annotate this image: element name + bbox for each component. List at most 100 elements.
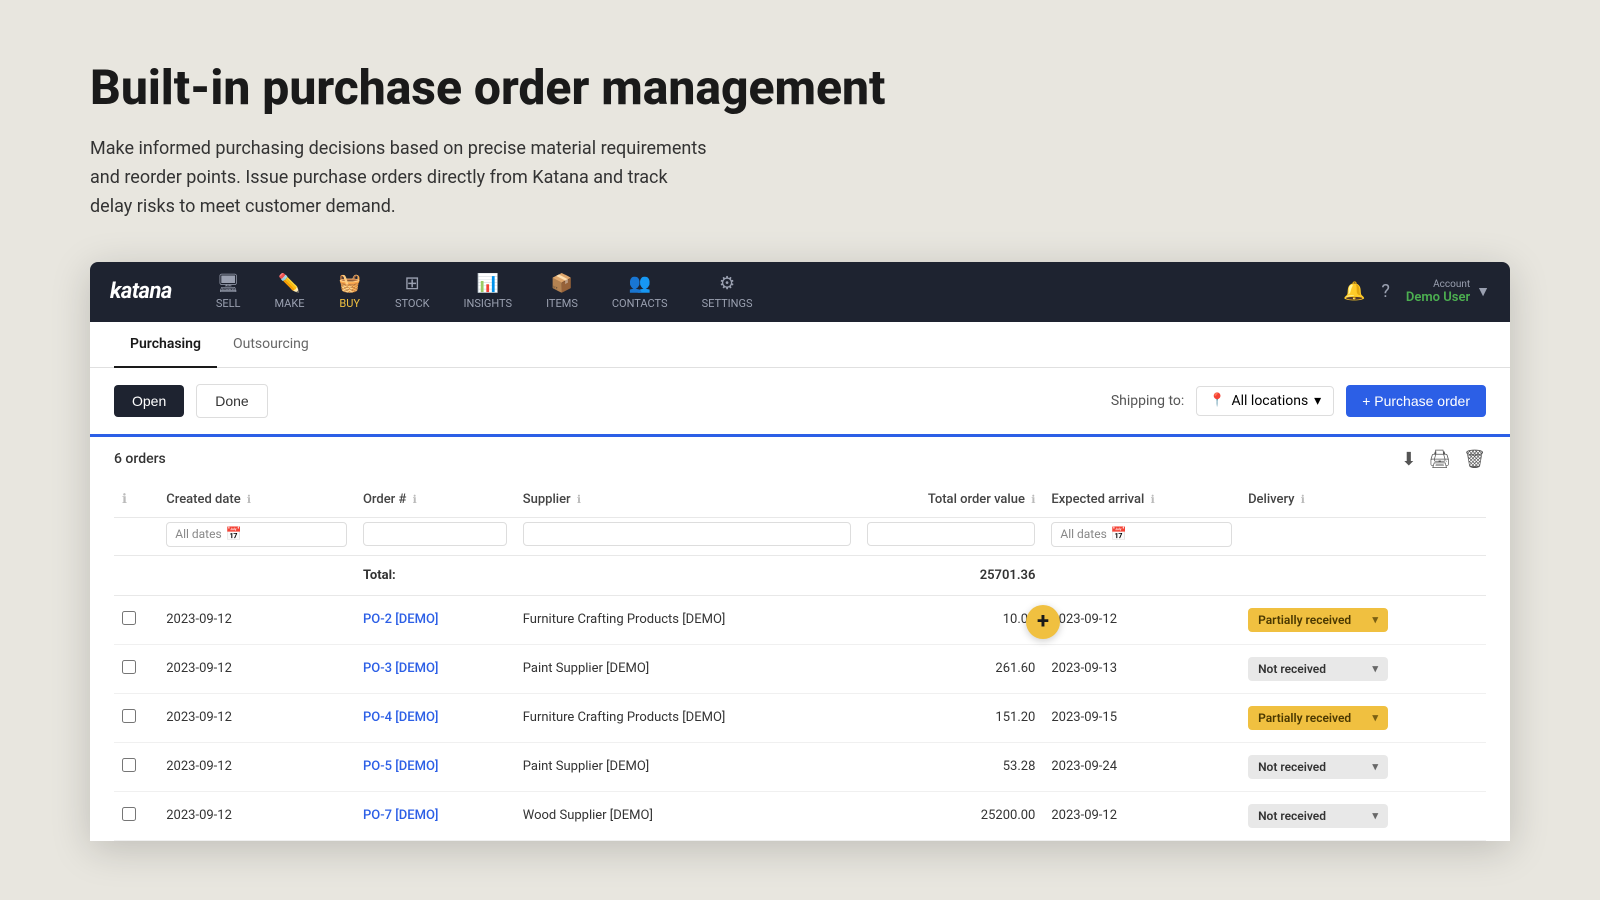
order-link-2[interactable]: PO-4 [DEMO] [363, 710, 439, 725]
nav-right: 🔔 ? Account Demo User ▼ [1343, 279, 1490, 305]
nav-items: 🖥 SELL ✏️ MAKE 🧺 BUY ⊞ STOCK 📊 INSI [202, 265, 1343, 318]
nav-contacts[interactable]: 👥 CONTACTS [598, 265, 682, 318]
delivery-label-4: Not received [1258, 809, 1326, 823]
created-info-icon: ℹ [247, 493, 251, 506]
contacts-icon: 👥 [629, 273, 651, 294]
delivery-badge-1[interactable]: Not received ▾ [1248, 657, 1388, 681]
nav-items-label: ITEMS [546, 297, 578, 310]
delivery-badge-3[interactable]: Not received ▾ [1248, 755, 1388, 779]
help-icon[interactable]: ? [1381, 281, 1390, 302]
row-checkbox-cell [114, 693, 158, 742]
nav-settings-label: SETTINGS [702, 297, 753, 310]
delivery-chevron-icon-2: ▾ [1373, 711, 1379, 724]
supplier-filter-input[interactable] [523, 522, 851, 546]
row-expected-4: 2023-09-12 [1043, 791, 1240, 840]
row-checkbox-3[interactable] [122, 758, 136, 772]
nav-stock-label: STOCK [395, 297, 430, 310]
delivery-label-1: Not received [1258, 662, 1326, 676]
nav-buy[interactable]: 🧺 BUY [325, 265, 375, 318]
make-icon: ✏️ [278, 273, 300, 294]
row-checkbox-cell [114, 595, 158, 644]
shipping-label: Shipping to: [1111, 393, 1184, 409]
total-value: 25701.36 [859, 555, 1043, 595]
row-created-4: 2023-09-12 [158, 791, 355, 840]
table-row: 2023-09-12 PO-3 [DEMO] Paint Supplier [D… [114, 644, 1486, 693]
delivery-badge-2[interactable]: Partially received ▾ [1248, 706, 1388, 730]
order-link-4[interactable]: PO-7 [DEMO] [363, 808, 439, 823]
items-icon: 📦 [551, 273, 573, 294]
delete-icon[interactable]: 🗑 [1463, 449, 1486, 470]
expected-date-filter[interactable]: All dates 📅 [1051, 522, 1232, 547]
delivery-chevron-icon-1: ▾ [1373, 662, 1379, 675]
filter-created-text: All dates [175, 527, 221, 541]
account-name: Demo User [1406, 290, 1470, 305]
notifications-icon[interactable]: 🔔 [1343, 281, 1365, 302]
row-checkbox-cell [114, 742, 158, 791]
purchase-order-button[interactable]: + Purchase order [1346, 385, 1486, 417]
open-button[interactable]: Open [114, 385, 184, 417]
logo: katana [110, 279, 172, 304]
nav-sell-label: SELL [216, 297, 241, 310]
row-order-1: PO-3 [DEMO] [355, 644, 515, 693]
floating-add-button[interactable]: + [1026, 605, 1060, 639]
app-window: katana 🖥 SELL ✏️ MAKE 🧺 BUY ⊞ STOCK [90, 262, 1510, 841]
nav-sell[interactable]: 🖥 SELL [202, 265, 255, 318]
row-checkbox-4[interactable] [122, 807, 136, 821]
row-total-2: 151.20 [859, 693, 1043, 742]
delivery-label-2: Partially received [1258, 711, 1351, 725]
order-info-icon: ℹ [413, 493, 417, 506]
row-total-0: 10.08 [859, 595, 1043, 644]
nav-settings[interactable]: ⚙ SETTINGS [688, 265, 767, 318]
delivery-label-3: Not received [1258, 760, 1326, 774]
row-delivery-1: Not received ▾ [1240, 644, 1486, 693]
calendar-icon: 📅 [226, 527, 242, 542]
download-icon[interactable]: ⬇ [1401, 449, 1416, 470]
account-text: Account Demo User [1406, 279, 1470, 305]
row-order-2: PO-4 [DEMO] [355, 693, 515, 742]
nav-stock[interactable]: ⊞ STOCK [381, 265, 444, 318]
tab-outsourcing[interactable]: Outsourcing [217, 322, 325, 368]
row-checkbox-cell [114, 791, 158, 840]
orders-count: 6 orders [114, 451, 166, 467]
delivery-badge-0[interactable]: Partially received ▾ [1248, 608, 1388, 632]
row-checkbox-2[interactable] [122, 709, 136, 723]
table-meta: 6 orders ⬇ 🖨 🗑 [114, 437, 1486, 482]
total-filter-input[interactable] [867, 522, 1035, 546]
locations-dropdown[interactable]: 📍 All locations ▾ [1196, 386, 1334, 416]
print-icon[interactable]: 🖨 [1428, 449, 1451, 470]
order-link-0[interactable]: PO-2 [DEMO] [363, 612, 439, 627]
account-menu[interactable]: Account Demo User ▼ [1406, 279, 1490, 305]
row-delivery-2: Partially received ▾ [1240, 693, 1486, 742]
delivery-badge-4[interactable]: Not received ▾ [1248, 804, 1388, 828]
locations-chevron-icon: ▾ [1314, 393, 1321, 409]
info-icon: ℹ [122, 492, 127, 507]
nav-make[interactable]: ✏️ MAKE [260, 265, 318, 318]
created-date-filter[interactable]: All dates 📅 [166, 522, 347, 547]
col-delivery-header: Delivery ℹ [1240, 482, 1486, 518]
tab-purchasing[interactable]: Purchasing [114, 322, 217, 368]
row-order-3: PO-5 [DEMO] [355, 742, 515, 791]
row-total-4: 25200.00 [859, 791, 1043, 840]
filter-expected-text: All dates [1060, 527, 1106, 541]
order-filter-input[interactable] [363, 522, 507, 546]
row-checkbox-0[interactable] [122, 611, 136, 625]
buy-icon: 🧺 [339, 273, 361, 294]
order-link-1[interactable]: PO-3 [DEMO] [363, 661, 439, 676]
table-row: 2023-09-12 PO-4 [DEMO] Furniture Craftin… [114, 693, 1486, 742]
orders-table: ℹ Created date ℹ Order # ℹ Supplier ℹ [114, 482, 1486, 841]
row-supplier-2: Furniture Crafting Products [DEMO] [515, 693, 859, 742]
nav-items[interactable]: 📦 ITEMS [532, 265, 592, 318]
col-order-header: Order # ℹ [355, 482, 515, 518]
app-container: + katana 🖥 SELL ✏️ MAKE 🧺 BUY ⊞ [0, 262, 1600, 841]
done-button[interactable]: Done [196, 384, 267, 418]
order-link-3[interactable]: PO-5 [DEMO] [363, 759, 439, 774]
table-row: 2023-09-12 PO-5 [DEMO] Paint Supplier [D… [114, 742, 1486, 791]
row-supplier-3: Paint Supplier [DEMO] [515, 742, 859, 791]
row-expected-0: 2023-09-12 [1043, 595, 1240, 644]
toolbar: Open Done Shipping to: 📍 All locations ▾… [90, 368, 1510, 434]
nav-insights[interactable]: 📊 INSIGHTS [450, 265, 527, 318]
table-row: 2023-09-12 PO-2 [DEMO] Furniture Craftin… [114, 595, 1486, 644]
row-total-3: 53.28 [859, 742, 1043, 791]
row-delivery-4: Not received ▾ [1240, 791, 1486, 840]
row-checkbox-1[interactable] [122, 660, 136, 674]
